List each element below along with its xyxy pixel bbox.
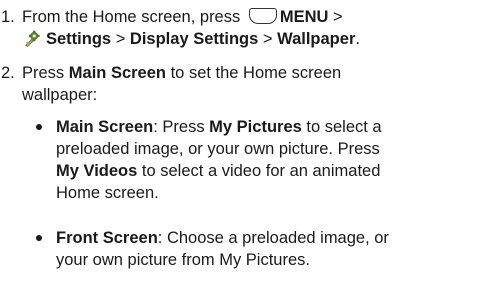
step-line: wallpaper:: [22, 86, 98, 104]
period: .: [355, 30, 360, 48]
bullet-icon: [36, 235, 42, 241]
main-screen-label: Main Screen: [68, 64, 166, 82]
bullet-title: Main Screen: [56, 118, 154, 136]
bullet-main-screen: Main Screen: Press My Pictures to select…: [36, 116, 480, 204]
menu-label: MENU: [279, 8, 329, 26]
bullet-line: Main Screen: Press My Pictures to select…: [56, 116, 480, 138]
bullet-line: Front Screen: Choose a preloaded image, …: [56, 227, 480, 249]
bullet-line: preloaded image, or your own picture. Pr…: [56, 140, 380, 158]
step-text: Press: [22, 64, 65, 82]
step-line: From the Home screen, press MENU >: [22, 6, 478, 28]
bullet-text: : Choose a preloaded image, or: [157, 229, 389, 247]
menu-key-icon: [248, 8, 277, 24]
bullet-text: to select a: [306, 118, 382, 136]
settings-gear-icon: [25, 30, 40, 47]
step-number: 2.: [1, 64, 15, 82]
step-number: 1.: [1, 8, 15, 26]
my-videos-label: My Videos: [56, 162, 138, 180]
step-body: Press Main Screen to set the Home screen…: [22, 62, 478, 106]
path-separator: >: [115, 30, 126, 48]
step-line: Settings > Display Settings > Wallpaper.: [22, 28, 478, 50]
settings-label: Settings: [46, 30, 112, 48]
path-separator: >: [262, 30, 273, 48]
bullet-line: your own picture from My Pictures.: [56, 251, 310, 269]
step-text: to set the Home screen: [170, 64, 342, 82]
path-separator: >: [333, 8, 343, 26]
bullet-icon: [36, 124, 42, 130]
step-body: From the Home screen, press MENU > Setti…: [22, 6, 478, 50]
bullet-front-screen: Front Screen: Choose a preloaded image, …: [36, 227, 480, 271]
bullet-line: My Videos to select a video for an anima…: [56, 160, 480, 182]
step-line: Press Main Screen to set the Home screen: [22, 62, 478, 84]
bullet-text: to select a video for an animated: [141, 162, 381, 180]
display-settings-label: Display Settings: [129, 30, 259, 48]
wallpaper-label: Wallpaper: [277, 30, 356, 48]
bullet-line: Home screen.: [56, 184, 159, 202]
instructions-document: 1. From the Home screen, press MENU > Se…: [0, 0, 482, 297]
bullet-text: : Press: [153, 118, 205, 136]
bullet-title: Front Screen: [56, 229, 158, 247]
my-pictures-label: My Pictures: [209, 118, 302, 136]
step-text: From the Home screen, press: [22, 8, 241, 26]
